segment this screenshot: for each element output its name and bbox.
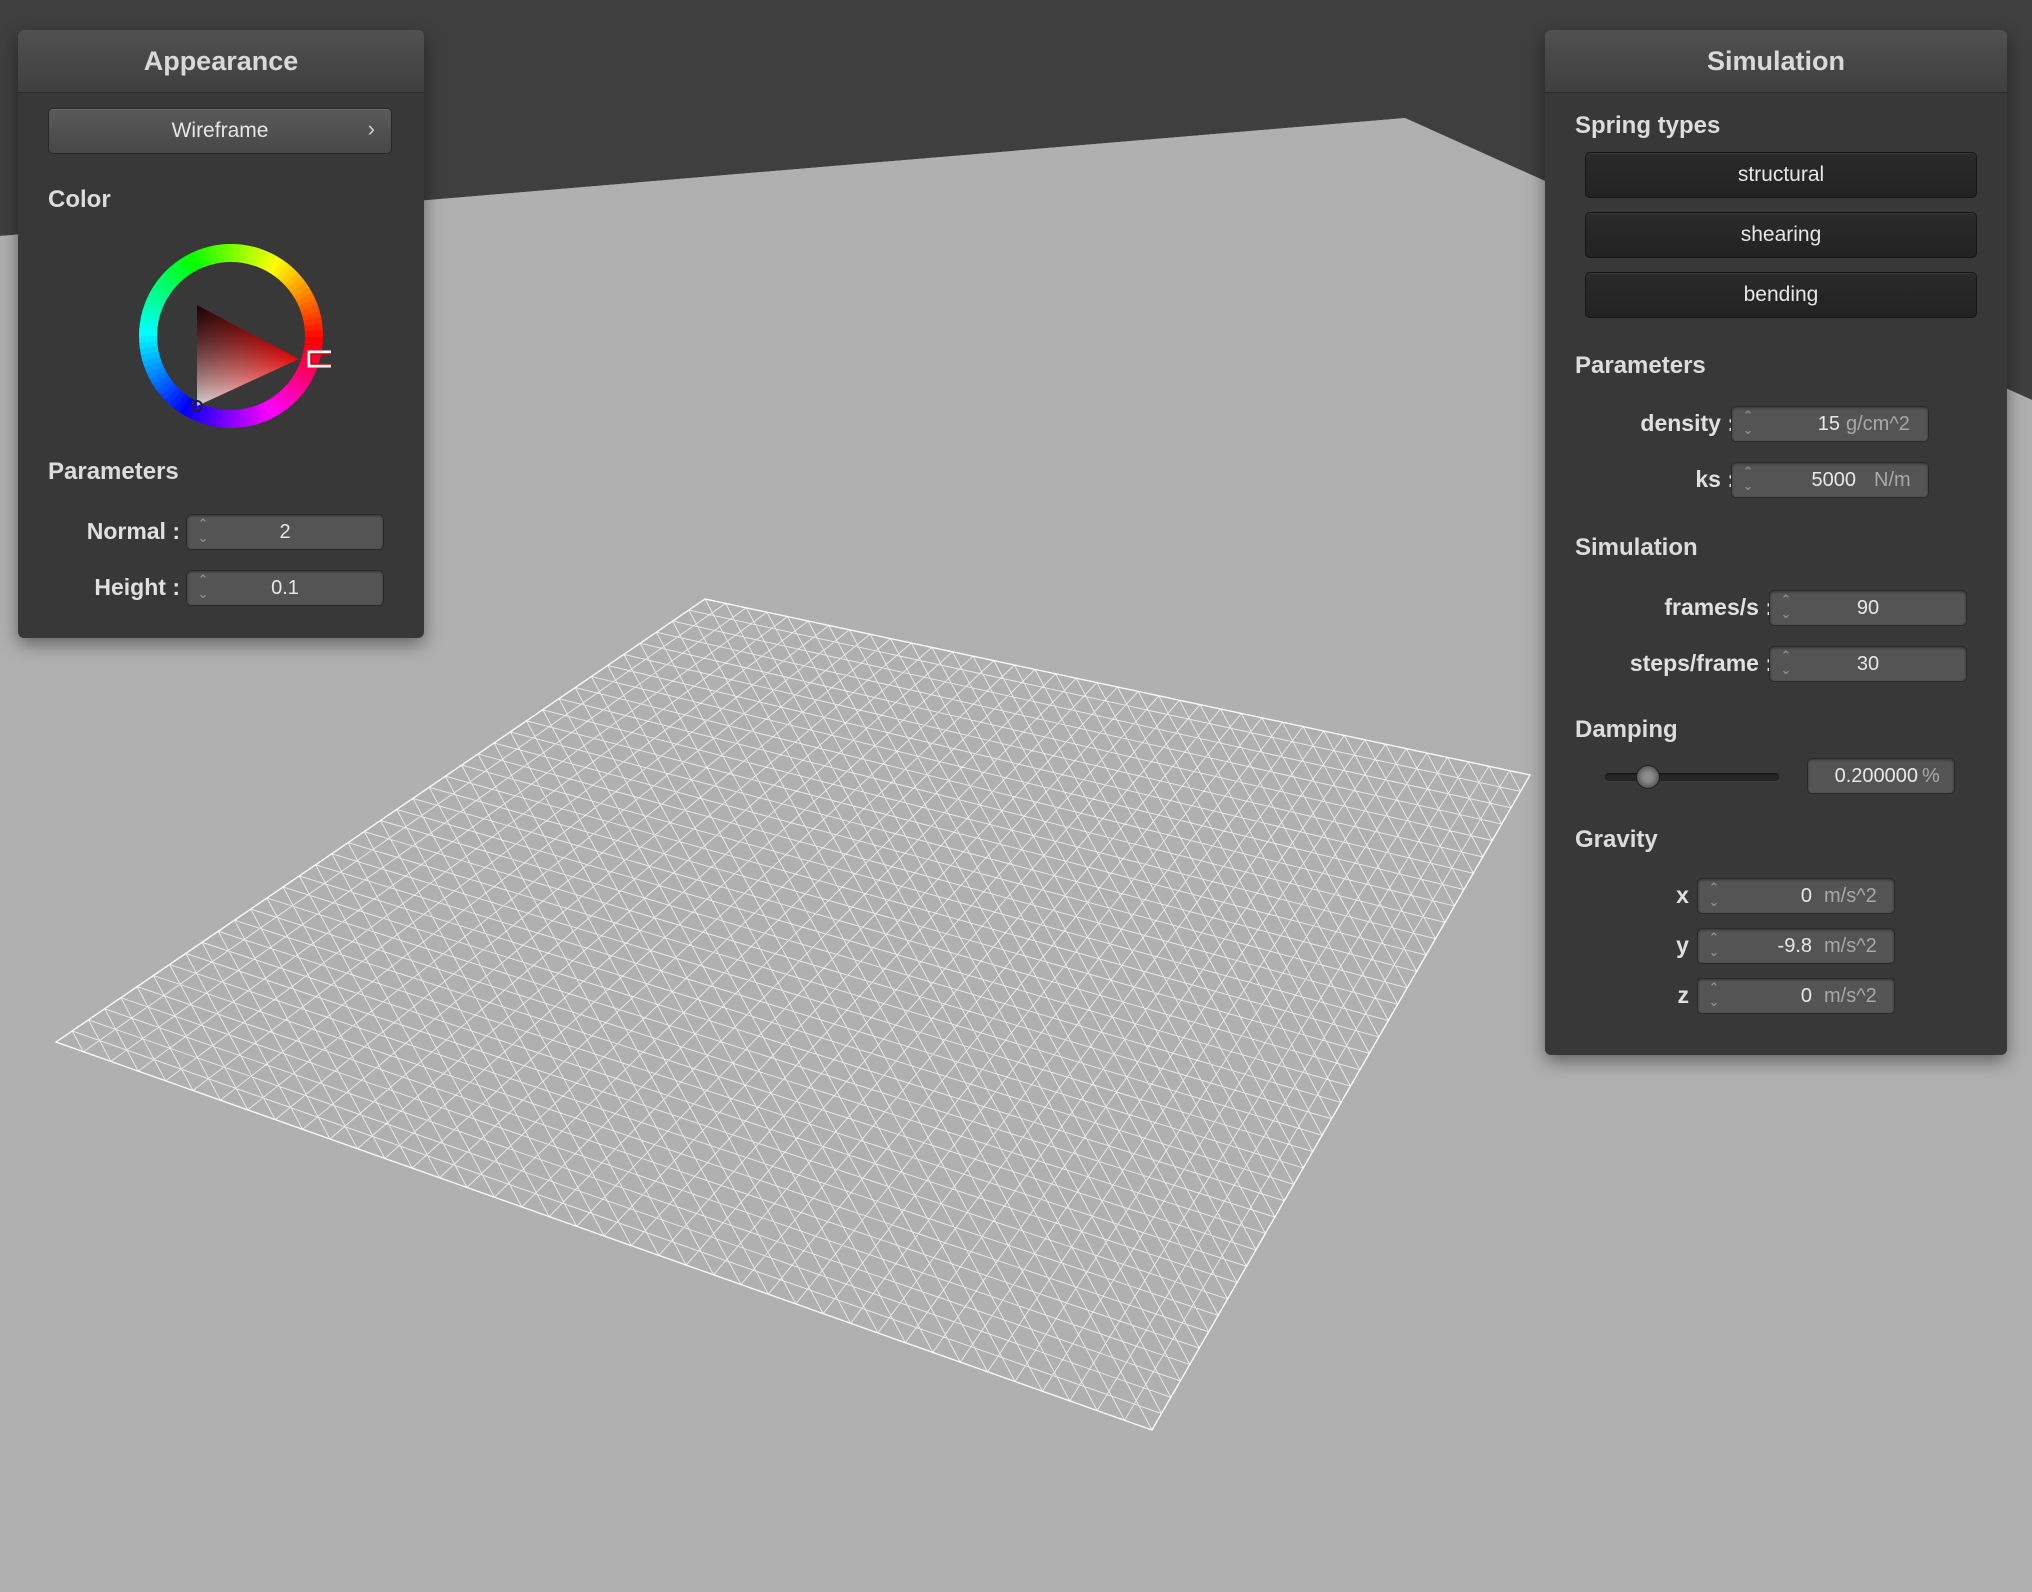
density-label: density :: [1640, 410, 1735, 436]
hue-ring-segment[interactable]: [304, 329, 323, 338]
spin-arrows-icon[interactable]: ⌃ ⌄: [1742, 409, 1754, 439]
normal-label: Normal :: [86, 518, 180, 544]
appearance-parameters-label: Parameters: [48, 458, 179, 485]
structural-toggle-button[interactable]: structural: [1585, 152, 1977, 198]
spin-arrows-icon[interactable]: ⌃ ⌄: [1708, 931, 1720, 961]
damping-unit: %: [1922, 765, 1940, 787]
gravity-x-unit: m/s^2: [1824, 885, 1877, 907]
damping-label: Damping: [1575, 716, 1678, 743]
spring-types-label: Spring types: [1575, 112, 1721, 139]
wireframe-button-label: Wireframe: [171, 119, 269, 142]
wireframe-shader-button[interactable]: Wireframe ›: [48, 108, 392, 154]
normal-value: 2: [279, 521, 291, 543]
gravity-z-spinbox[interactable]: ⌃ ⌄ 0 m/s^2: [1697, 978, 1895, 1014]
simulation-panel-title: Simulation: [1545, 30, 2007, 93]
gravity-x-label: x :: [1676, 882, 1703, 908]
gravity-z-unit: m/s^2: [1824, 985, 1877, 1007]
spin-arrows-icon[interactable]: ⌃ ⌄: [1780, 649, 1792, 679]
ks-unit: N/m: [1874, 469, 1911, 491]
sim-parameters-label: Parameters: [1575, 352, 1706, 379]
color-section-label: Color: [48, 186, 111, 213]
density-spinbox[interactable]: ⌃ ⌄ 15 g/cm^2: [1731, 406, 1929, 442]
fps-value: 90: [1856, 597, 1880, 619]
ks-label: ks :: [1695, 466, 1735, 492]
damping-value-box[interactable]: 0.200000 %: [1807, 758, 1955, 794]
bending-toggle-button[interactable]: bending: [1585, 272, 1977, 318]
fps-spinbox[interactable]: ⌃ ⌄ 90: [1769, 590, 1967, 626]
damping-value: 0.200000: [1834, 765, 1918, 787]
slider-knob[interactable]: [1636, 765, 1661, 789]
normal-spinbox[interactable]: ⌃ ⌄ 2: [186, 514, 384, 550]
height-spinbox[interactable]: ⌃ ⌄ 0.1: [186, 570, 384, 606]
damping-slider[interactable]: [1605, 764, 1779, 790]
simulation-panel: Simulation Spring types structural shear…: [1545, 30, 2007, 1055]
spin-arrows-icon[interactable]: ⌃ ⌄: [197, 573, 209, 603]
slider-track[interactable]: [1605, 773, 1779, 781]
gravity-z-label: z :: [1677, 982, 1703, 1008]
steps-spinbox[interactable]: ⌃ ⌄ 30: [1769, 646, 1967, 682]
gravity-y-unit: m/s^2: [1824, 935, 1877, 957]
appearance-panel: Appearance Wireframe › Color Parameters …: [18, 30, 424, 638]
fps-label: frames/s :: [1664, 594, 1773, 620]
height-value: 0.1: [271, 577, 299, 599]
ks-spinbox[interactable]: ⌃ ⌄ 5000 N/m: [1731, 462, 1929, 498]
gravity-label: Gravity: [1575, 826, 1658, 853]
chevron-right-icon: ›: [367, 116, 375, 141]
density-unit: g/cm^2: [1846, 413, 1910, 435]
gravity-x-value: 0: [1800, 885, 1812, 907]
steps-label: steps/frame :: [1629, 650, 1773, 676]
shearing-toggle-button[interactable]: shearing: [1585, 212, 1977, 258]
spin-arrows-icon[interactable]: ⌃ ⌄: [1742, 465, 1754, 495]
spin-arrows-icon[interactable]: ⌃ ⌄: [1780, 593, 1792, 623]
gravity-y-value: -9.8: [1777, 935, 1812, 957]
height-label: Height :: [94, 574, 180, 600]
gravity-x-spinbox[interactable]: ⌃ ⌄ 0 m/s^2: [1697, 878, 1895, 914]
spin-arrows-icon[interactable]: ⌃ ⌄: [1708, 981, 1720, 1011]
steps-value: 30: [1856, 653, 1880, 675]
sim-simulation-label: Simulation: [1575, 534, 1698, 561]
ks-value: 5000: [1811, 469, 1857, 491]
gravity-y-label: y :: [1676, 932, 1703, 958]
color-wheel-picker[interactable]: [131, 236, 331, 436]
spin-arrows-icon[interactable]: ⌃ ⌄: [1708, 881, 1720, 911]
appearance-panel-title: Appearance: [18, 30, 424, 93]
density-value: 15: [1817, 413, 1840, 435]
gravity-z-value: 0: [1800, 985, 1812, 1007]
spin-arrows-icon[interactable]: ⌃ ⌄: [197, 517, 209, 547]
gravity-y-spinbox[interactable]: ⌃ ⌄ -9.8 m/s^2: [1697, 928, 1895, 964]
